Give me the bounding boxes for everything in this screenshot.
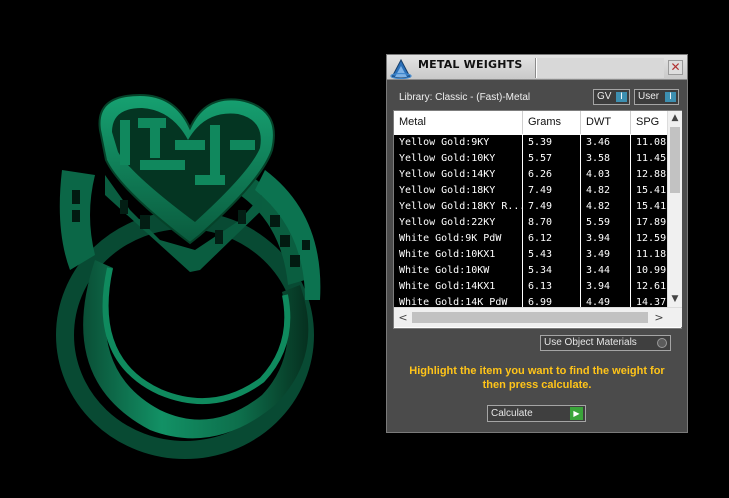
- table-cell: 15.41: [636, 185, 667, 196]
- table-row[interactable]: Yellow Gold:10KY 5.57 3.58 11.45: [394, 151, 667, 167]
- scroll-up-icon[interactable]: ▲: [668, 111, 682, 125]
- jewelry-cad-logo-icon: [389, 57, 415, 80]
- table-cell: 3.94: [581, 279, 631, 295]
- table-cell: Yellow Gold:10KY: [394, 151, 523, 167]
- gv-toggle[interactable]: GV I: [593, 89, 630, 105]
- scroll-down-icon[interactable]: ▼: [668, 292, 682, 306]
- table-cell: 15.41: [636, 201, 667, 212]
- vertical-scrollbar[interactable]: ▲ ▼: [667, 111, 682, 307]
- close-icon[interactable]: ✕: [668, 60, 683, 75]
- table-cell: 4.49: [581, 295, 631, 307]
- horizontal-scroll-thumb[interactable]: [412, 312, 648, 323]
- table-cell: 6.12: [523, 231, 581, 247]
- table-cell: White Gold:10KW: [394, 263, 523, 279]
- scroll-left-icon[interactable]: <: [396, 310, 410, 325]
- table-row[interactable]: Yellow Gold:9KY 5.39 3.46 11.08: [394, 135, 667, 151]
- table-cell: 3.44: [581, 263, 631, 279]
- table-row[interactable]: White Gold:14KX1 6.13 3.94 12.61: [394, 279, 667, 295]
- metal-weights-table[interactable]: Metal Grams DWT SPG Yellow Gold:9KY 5.39 3…: [393, 110, 682, 329]
- table-row[interactable]: Yellow Gold:14KY 6.26 4.03 12.88: [394, 167, 667, 183]
- calculate-label: Calculate: [491, 408, 533, 419]
- use-object-materials-option[interactable]: Use Object Materials: [540, 335, 671, 351]
- use-object-materials-label: Use Object Materials: [544, 337, 637, 348]
- scroll-right-icon[interactable]: >: [652, 310, 666, 325]
- column-header-dwt[interactable]: DWT: [581, 111, 631, 134]
- table-cell: Yellow Gold:18KY: [394, 183, 523, 199]
- table-cell: Yellow Gold:18KY R...: [394, 199, 523, 215]
- user-toggle-label: User: [638, 91, 660, 102]
- table-cell: 3.94: [581, 231, 631, 247]
- table-cell: 4.82: [581, 199, 631, 215]
- user-toggle[interactable]: User I: [634, 89, 679, 105]
- table-cell: 5.39: [523, 135, 581, 151]
- table-cell: Yellow Gold:22KY: [394, 215, 523, 231]
- table-cell: 11.45: [636, 153, 667, 164]
- column-header-spg[interactable]: SPG: [631, 111, 667, 134]
- table-cell: 5.43: [523, 247, 581, 263]
- toggle-icon: I: [665, 92, 676, 102]
- calculate-button[interactable]: Calculate ▶: [487, 405, 586, 422]
- metal-weights-panel: METAL WEIGHTS ✕ Library: Classic - (Fast…: [386, 54, 688, 433]
- table-cell: 12.59: [636, 233, 667, 244]
- table-cell: 4.82: [581, 183, 631, 199]
- panel-title: METAL WEIGHTS: [418, 58, 523, 71]
- table-cell: Yellow Gold:9KY: [394, 135, 523, 151]
- table-cell: 14.37: [636, 297, 667, 307]
- table-row[interactable]: Yellow Gold:18KY R... 7.49 4.82 15.41: [394, 199, 667, 215]
- gv-toggle-label: GV: [597, 91, 612, 102]
- toggle-icon: I: [616, 92, 627, 102]
- radio-icon[interactable]: [657, 338, 667, 348]
- table-row[interactable]: White Gold:10KW 5.34 3.44 10.99: [394, 263, 667, 279]
- ring-3d-model-icon: [56, 93, 321, 459]
- table-cell: White Gold:10KX1: [394, 247, 523, 263]
- table-row[interactable]: Yellow Gold:22KY 8.70 5.59 17.89: [394, 215, 667, 231]
- table-header: Metal Grams DWT SPG: [394, 111, 667, 134]
- table-cell: 3.46: [581, 135, 631, 151]
- table-cell: White Gold:14KX1: [394, 279, 523, 295]
- table-cell: Yellow Gold:14KY: [394, 167, 523, 183]
- table-cell: 11.18: [636, 249, 667, 260]
- table-cell: 3.49: [581, 247, 631, 263]
- table-row[interactable]: Yellow Gold:18KY 7.49 4.82 15.41: [394, 183, 667, 199]
- table-cell: 6.99: [523, 295, 581, 307]
- horizontal-scrollbar[interactable]: < >: [394, 307, 682, 327]
- table-cell: White Gold:14K PdW: [394, 295, 523, 307]
- play-icon: ▶: [570, 407, 583, 420]
- table-cell: 3.58: [581, 151, 631, 167]
- table-cell: 7.49: [523, 183, 581, 199]
- table-cell: 5.59: [581, 215, 631, 231]
- table-cell: 5.57: [523, 151, 581, 167]
- vertical-scroll-thumb[interactable]: [670, 127, 680, 193]
- titlebar-spacer: [536, 58, 664, 78]
- table-cell: 6.26: [523, 167, 581, 183]
- column-header-metal[interactable]: Metal: [394, 111, 523, 134]
- column-header-grams[interactable]: Grams: [523, 111, 581, 134]
- table-cell: 12.88: [636, 169, 667, 180]
- table-row[interactable]: White Gold:14K PdW 6.99 4.49 14.37: [394, 295, 667, 307]
- table-cell: 12.61: [636, 281, 667, 292]
- table-cell: 6.13: [523, 279, 581, 295]
- panel-titlebar[interactable]: METAL WEIGHTS ✕: [387, 55, 687, 80]
- table-row[interactable]: White Gold:10KX1 5.43 3.49 11.18: [394, 247, 667, 263]
- table-cell: White Gold:9K PdW: [394, 231, 523, 247]
- table-cell: 5.34: [523, 263, 581, 279]
- library-label: Library: Classic - (Fast)-Metal: [399, 92, 531, 103]
- 3d-viewport[interactable]: [0, 0, 386, 498]
- instruction-text: Highlight the item you want to find the …: [409, 365, 665, 391]
- table-body: Yellow Gold:9KY 5.39 3.46 11.08 Yellow Gold:…: [394, 135, 667, 307]
- table-cell: 8.70: [523, 215, 581, 231]
- table-cell: 4.03: [581, 167, 631, 183]
- table-cell: 7.49: [523, 199, 581, 215]
- table-row[interactable]: White Gold:9K PdW 6.12 3.94 12.59: [394, 231, 667, 247]
- table-cell: 11.08: [636, 137, 667, 148]
- table-cell: 10.99: [636, 265, 667, 276]
- table-cell: 17.89: [636, 217, 667, 228]
